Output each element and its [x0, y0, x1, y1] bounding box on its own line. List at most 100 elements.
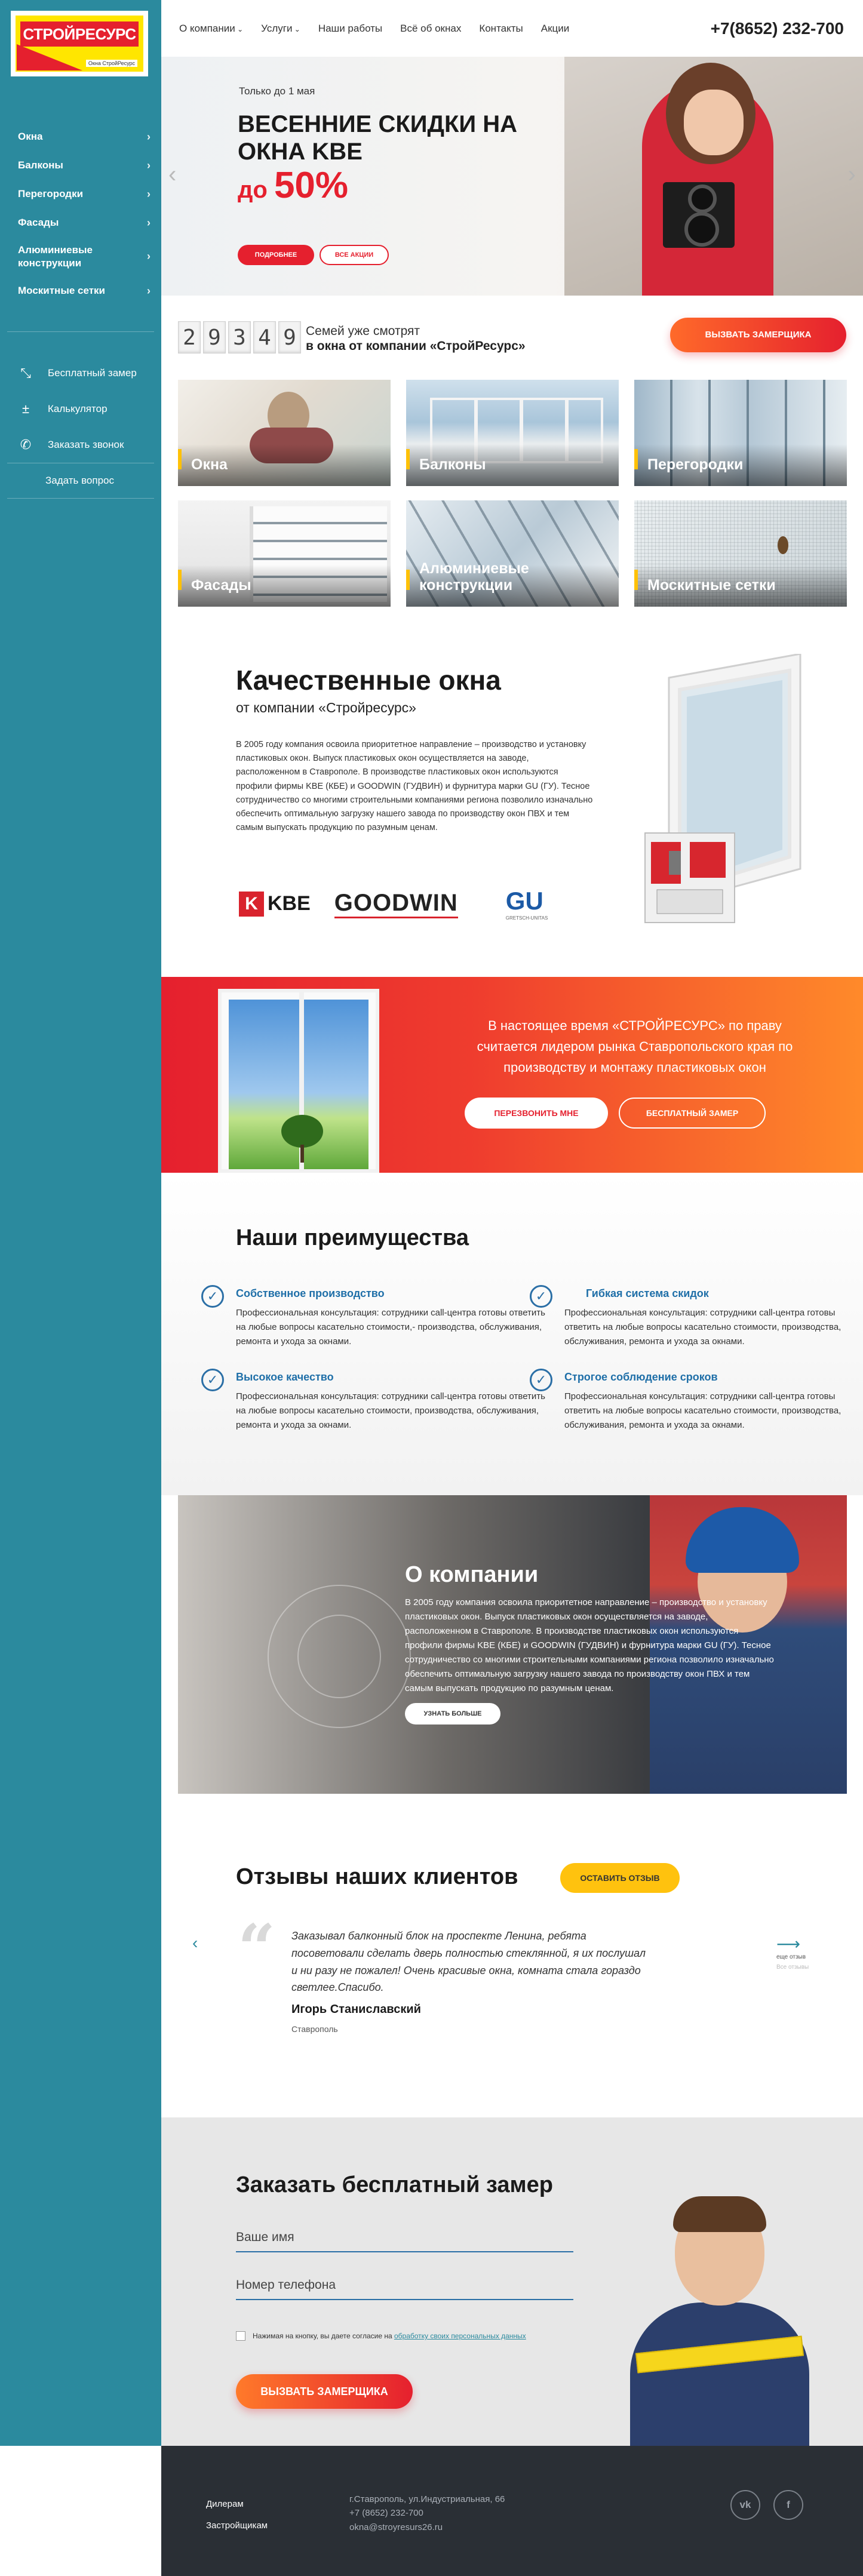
sidebar-item-partitions[interactable]: Перегородки ›	[0, 180, 161, 208]
chevron-right-icon: ›	[147, 130, 151, 143]
tile-aluminium[interactable]: Алюминиевые конструкции	[406, 500, 619, 607]
advantage-text: Профессиональная консультация: сотрудник…	[564, 1308, 841, 1347]
footer: Дилерам Застройщикам г.Ставрополь, ул.Ин…	[161, 2446, 863, 2576]
phone-icon: ✆	[20, 437, 32, 452]
review-author: Игорь Станиславский	[291, 2003, 421, 2016]
facebook-icon[interactable]: f	[773, 2490, 803, 2520]
advantage-text: Профессиональная консультация: сотрудник…	[236, 1391, 545, 1430]
sidebar-item-facades[interactable]: Фасады ›	[0, 208, 161, 237]
sidebar-item-label: Фасады	[18, 217, 59, 228]
hero-slider: Только до 1 мая ВЕСЕННИЕ СКИДКИ НА ОКНА …	[161, 57, 863, 296]
goodwin-logo: GOODWIN	[334, 890, 458, 918]
nav-promotions[interactable]: Акции	[541, 23, 570, 35]
tile-partitions[interactable]: Перегородки	[634, 380, 847, 486]
nav-works[interactable]: Наши работы	[318, 23, 382, 35]
quality-text: В 2005 году компания освоила приоритетно…	[236, 740, 593, 833]
slider-prev-icon[interactable]: ‹	[168, 161, 176, 188]
slider-next-icon[interactable]: ›	[848, 161, 856, 188]
nav-contacts[interactable]: Контакты	[479, 23, 523, 35]
calculator-link[interactable]: ± Калькулятор	[0, 391, 161, 427]
dealers-link[interactable]: Дилерам	[206, 2494, 268, 2515]
calculator-label: Калькулятор	[48, 403, 108, 414]
tile-label: Фасады	[191, 576, 251, 594]
counter-digit: 3	[228, 321, 251, 353]
review-next-label: еще отзыв	[776, 1954, 806, 1960]
footer-email[interactable]: okna@stroyresurs26.ru	[349, 2520, 505, 2534]
free-measure-button[interactable]: БЕСПЛАТНЫЙ ЗАМЕР	[619, 1098, 766, 1129]
call-me-button[interactable]: ПЕРЕЗВОНИТЬ МНЕ	[465, 1098, 608, 1129]
ruler-icon: ⤡	[20, 365, 31, 380]
advantage-title: Высокое качество	[236, 1371, 334, 1383]
window-profile-image	[644, 654, 801, 923]
leave-review-button[interactable]: ОСТАВИТЬ ОТЗЫВ	[560, 1863, 680, 1893]
name-input[interactable]	[236, 2224, 573, 2251]
nav-about-windows[interactable]: Всё об окнах	[400, 23, 461, 35]
sidebar-divider	[7, 331, 154, 332]
gu-logo: GU GRETSCH-UNITAS	[506, 887, 548, 921]
window-image	[218, 989, 379, 1173]
logo[interactable]: СТРОЙРЕСУРС Окна СтройРесурс	[11, 11, 148, 76]
hero-title: ВЕСЕННИЕ СКИДКИ НА ОКНА KBE	[238, 111, 518, 165]
advantage-title: Строгое соблюдение сроков	[564, 1371, 718, 1383]
ask-question-link[interactable]: Задать вопрос	[7, 463, 154, 499]
consent-checkbox[interactable]	[236, 2331, 245, 2341]
sidebar-item-aluminium[interactable]: Алюминиевые конструкции ›	[0, 237, 161, 276]
tile-mosquito-nets[interactable]: Москитные сетки	[634, 500, 847, 607]
measurer-image	[618, 2196, 821, 2446]
decor-circle	[297, 1615, 381, 1698]
ask-question-label: Задать вопрос	[45, 475, 114, 486]
developers-link[interactable]: Застройщикам	[206, 2515, 268, 2537]
chevron-right-icon: ›	[147, 216, 151, 229]
counter-caption: Семей уже смотрят в окна от компании «Ст…	[306, 324, 526, 353]
tile-label: Москитные сетки	[647, 576, 776, 594]
learn-more-button[interactable]: УЗНАТЬ БОЛЬШЕ	[405, 1703, 500, 1724]
hero-sale-value: 50%	[274, 165, 349, 206]
consent-row: Нажимая на кнопку, вы даете согласие на …	[236, 2331, 526, 2341]
privacy-link[interactable]: обработку своих персональных данных	[394, 2332, 526, 2340]
callback-label: Заказать звонок	[48, 439, 124, 450]
quote-icon: “	[238, 1910, 276, 1987]
chevron-right-icon: ›	[147, 187, 151, 200]
callback-link[interactable]: ✆ Заказать звонок	[0, 427, 161, 463]
counter-digit: 9	[278, 321, 301, 353]
review-prev-icon[interactable]: ‹	[192, 1933, 198, 1953]
phone-input[interactable]	[236, 2271, 573, 2299]
sidebar-item-label: Балконы	[18, 159, 63, 171]
tile-facades[interactable]: Фасады	[178, 500, 391, 607]
order-measurer-button[interactable]: ВЫЗВАТЬ ЗАМЕРЩИКА	[236, 2374, 413, 2409]
all-reviews-link[interactable]: Все отзывы	[776, 1964, 829, 1971]
social-links: vk f	[730, 2490, 803, 2520]
review-next-button[interactable]: ⟶ еще отзыв Все отзывы	[776, 1936, 829, 1971]
about-section: О компании В 2005 году компания освоила …	[178, 1495, 847, 1794]
vk-icon[interactable]: vk	[730, 2490, 760, 2520]
free-measure-label: Бесплатный замер	[48, 367, 137, 379]
sidebar-item-mosquito-nets[interactable]: Москитные сетки ›	[0, 276, 161, 305]
all-promotions-button[interactable]: ВСЕ АКЦИИ	[320, 245, 389, 265]
phone-field[interactable]	[236, 2271, 573, 2300]
more-button[interactable]: ПОДРОБНЕЕ	[238, 245, 314, 265]
tile-balconies[interactable]: Балконы	[406, 380, 619, 486]
name-field[interactable]	[236, 2224, 573, 2252]
order-measure-section: Заказать бесплатный замер Нажимая на кно…	[161, 2117, 863, 2446]
advantages-title: Наши преимущества	[236, 1225, 469, 1250]
logo-sub: Окна СтройРесурс	[85, 60, 137, 67]
counter-digit: 2	[178, 321, 201, 353]
gu-logo-text: GU	[505, 887, 543, 915]
call-measurer-button[interactable]: ВЫЗВАТЬ ЗАМЕРЩИКА	[670, 318, 846, 352]
sidebar-item-windows[interactable]: Окна ›	[0, 122, 161, 151]
tile-label: Окна	[191, 456, 228, 473]
sidebar-item-balconies[interactable]: Балконы ›	[0, 151, 161, 180]
nav-services[interactable]: Услуги	[261, 23, 300, 35]
free-measure-link[interactable]: ⤡ Бесплатный замер	[0, 355, 161, 391]
advantage-text: Профессиональная консультация: сотрудник…	[236, 1308, 545, 1347]
sidebar-item-label: Москитные сетки	[18, 285, 105, 296]
nav-about[interactable]: О компании	[179, 23, 243, 35]
advantage-item: ✓ Строгое соблюдение сроков Профессионал…	[530, 1369, 863, 1433]
footer-phone[interactable]: +7 (8652) 232-700	[349, 2506, 505, 2520]
advantage-title: Гибкая система скидок	[586, 1287, 709, 1299]
tile-windows[interactable]: Окна	[178, 380, 391, 486]
advantage-item: ✓ Собственное производство Профессиональ…	[201, 1285, 558, 1349]
header-phone[interactable]: +7(8652) 232-700	[711, 19, 844, 38]
tile-label: Перегородки	[647, 456, 744, 473]
sidebar-actions: ⤡ Бесплатный замер ± Калькулятор ✆ Заказать…	[0, 355, 161, 499]
